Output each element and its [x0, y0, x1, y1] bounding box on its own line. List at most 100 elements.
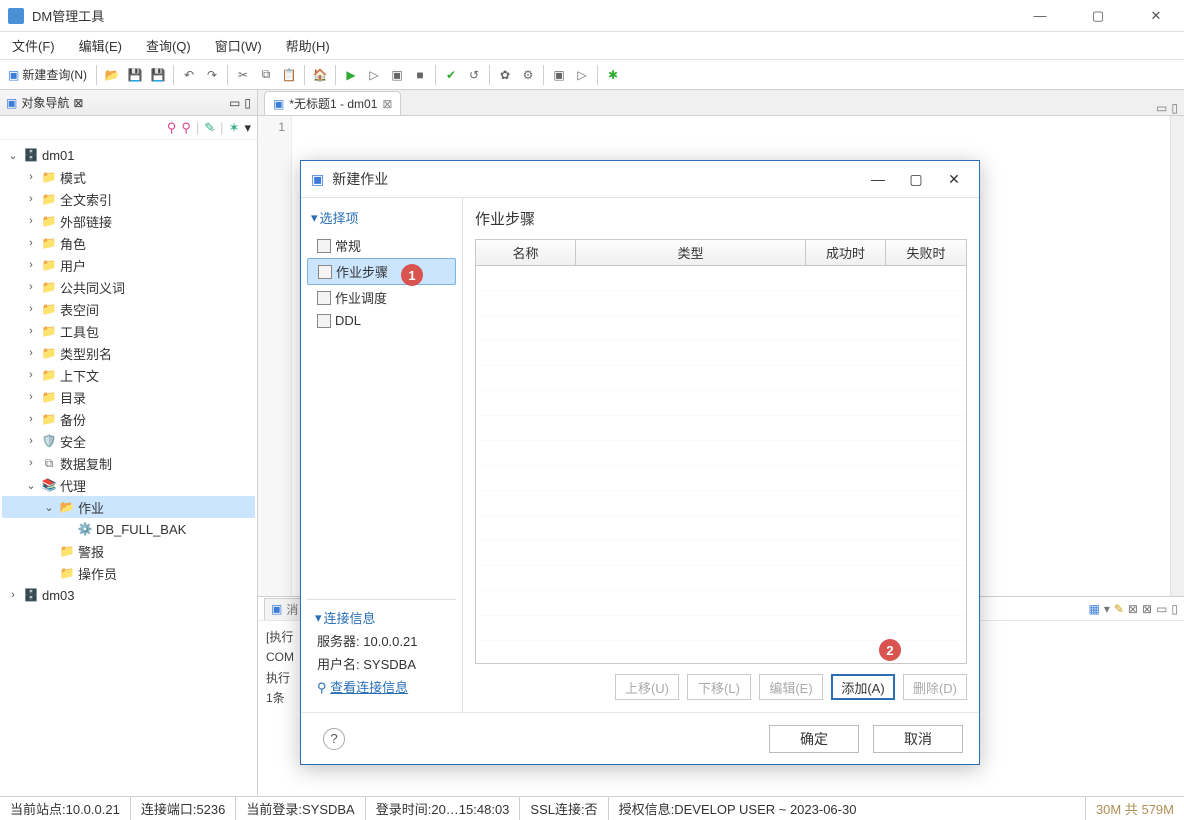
help-button[interactable]: ? — [323, 728, 345, 750]
status-ssl: SSL连接:否 — [520, 797, 608, 820]
status-login: 当前登录:SYSDBA — [236, 797, 365, 820]
grid-icon[interactable]: ▦ — [1088, 602, 1099, 616]
x2-icon[interactable]: ⊠ — [1142, 602, 1152, 616]
close-button[interactable]: ✕ — [1136, 2, 1176, 30]
close-bottom-icon[interactable]: ▯ — [1171, 602, 1178, 616]
dialog-maximize-button[interactable]: ▢ — [901, 167, 931, 191]
conn-info-header[interactable]: ▾ 连接信息 — [311, 606, 452, 629]
dialog-option[interactable]: 常规 — [307, 233, 456, 258]
cancel-button[interactable]: 取消 — [873, 725, 963, 753]
close-tab-icon[interactable]: ⊠ — [382, 97, 392, 111]
scrollbar-icon[interactable] — [1170, 116, 1184, 596]
gear-icon[interactable]: ⚙ — [518, 65, 538, 85]
bug-icon[interactable]: ✱ — [603, 65, 623, 85]
link-icon[interactable]: ⚲ — [167, 120, 177, 136]
column-header[interactable]: 成功时 — [806, 240, 886, 265]
wheel-icon[interactable]: ✿ — [495, 65, 515, 85]
menu-edit[interactable]: 编辑(E) — [73, 34, 128, 57]
restore-editor-icon[interactable]: ▭ — [1156, 101, 1167, 115]
commit-icon[interactable]: ✔ — [441, 65, 461, 85]
tree-item[interactable]: ⌄🗄️dm01 — [2, 144, 255, 166]
collapse-panel-icon[interactable]: ▯ — [244, 96, 251, 110]
next-icon[interactable]: ▣ — [549, 65, 569, 85]
menu-file[interactable]: 文件(F) — [6, 34, 61, 57]
dialog-option[interactable]: DDL — [307, 310, 456, 331]
tree-item[interactable]: 📁警报 — [2, 540, 255, 562]
delete-step-button[interactable]: 删除(D) — [903, 674, 967, 700]
restore-bottom-icon[interactable]: ▭ — [1156, 602, 1167, 616]
tree-item[interactable]: ⌄📚代理 — [2, 474, 255, 496]
tree-item[interactable]: ⚙️DB_FULL_BAK — [2, 518, 255, 540]
callout-2: 2 — [879, 639, 901, 661]
edit-icon[interactable]: ✎ — [204, 120, 215, 136]
runscript-icon[interactable]: ▣ — [387, 65, 407, 85]
tree-item[interactable]: ›📁模式 — [2, 166, 255, 188]
status-memory: 30M 共 579M — [1086, 797, 1184, 820]
dropdown-icon[interactable]: ▾ — [244, 120, 251, 136]
rollback-icon[interactable]: ↺ — [464, 65, 484, 85]
tree-item[interactable]: ›🛡️安全 — [2, 430, 255, 452]
cut-icon[interactable]: ✂ — [233, 65, 253, 85]
run-icon[interactable]: ▶ — [341, 65, 361, 85]
line-gutter: 1 — [258, 116, 292, 596]
menu-help[interactable]: 帮助(H) — [280, 34, 336, 57]
move-up-button[interactable]: 上移(U) — [615, 674, 679, 700]
dialog-option[interactable]: 作业调度 — [307, 285, 456, 310]
steps-table[interactable]: 名称类型成功时失败时 — [475, 239, 967, 664]
dialog-close-button[interactable]: ✕ — [939, 167, 969, 191]
save-icon[interactable]: 💾 — [125, 65, 145, 85]
dialog-icon: ▣ — [311, 171, 324, 188]
dialog-option[interactable]: 作业步骤 — [307, 258, 456, 285]
view-conn-link[interactable]: 查看连接信息 — [330, 680, 408, 695]
new-query-button[interactable]: ▣新建查询(N) — [4, 65, 91, 85]
edit-step-button[interactable]: 编辑(E) — [759, 674, 823, 700]
column-header[interactable]: 类型 — [576, 240, 806, 265]
object-tree[interactable]: ⌄🗄️dm01›📁模式›📁全文索引›📁外部链接›📁角色›📁用户›📁公共同义词›📁… — [0, 140, 257, 796]
status-site: 当前站点:10.0.0.21 — [0, 797, 131, 820]
home-icon[interactable]: 🏠 — [310, 65, 330, 85]
dialog-minimize-button[interactable]: — — [863, 167, 893, 191]
redo-icon[interactable]: ↷ — [202, 65, 222, 85]
editor-tab[interactable]: ▣ *无标题1 - dm01 ⊠ — [264, 91, 401, 115]
tree-item[interactable]: ›📁角色 — [2, 232, 255, 254]
saveall-icon[interactable]: 💾 — [148, 65, 168, 85]
tree-item[interactable]: ›📁上下文 — [2, 364, 255, 386]
expand-icon[interactable]: ✶ — [229, 120, 240, 136]
options-header[interactable]: ▾ 选择项 — [307, 206, 456, 229]
play2-icon[interactable]: ▷ — [572, 65, 592, 85]
paste-icon[interactable]: 📋 — [279, 65, 299, 85]
tree-item[interactable]: ⌄📂作业 — [2, 496, 255, 518]
tree-item[interactable]: ›📁公共同义词 — [2, 276, 255, 298]
tree-item[interactable]: ›🗄️dm03 — [2, 584, 255, 606]
add-step-button[interactable]: 添加(A) — [831, 674, 895, 700]
filter-icon[interactable]: ⚲ — [181, 120, 191, 136]
move-down-button[interactable]: 下移(L) — [687, 674, 751, 700]
tree-item[interactable]: ›📁表空间 — [2, 298, 255, 320]
menu-window[interactable]: 窗口(W) — [209, 34, 268, 57]
tree-item[interactable]: ›📁类型别名 — [2, 342, 255, 364]
brush-icon[interactable]: ✎ — [1114, 602, 1124, 616]
open-icon[interactable]: 📂 — [102, 65, 122, 85]
tree-item[interactable]: ›📁备份 — [2, 408, 255, 430]
undo-icon[interactable]: ↶ — [179, 65, 199, 85]
tree-item[interactable]: ›📁用户 — [2, 254, 255, 276]
tree-item[interactable]: ›📁目录 — [2, 386, 255, 408]
tree-item[interactable]: 📁操作员 — [2, 562, 255, 584]
ok-button[interactable]: 确定 — [769, 725, 859, 753]
debug-icon[interactable]: ▷ — [364, 65, 384, 85]
maximize-button[interactable]: ▢ — [1078, 2, 1118, 30]
minimize-button[interactable]: — — [1020, 2, 1060, 30]
minimize-panel-icon[interactable]: ▭ — [229, 96, 240, 110]
column-header[interactable]: 失败时 — [886, 240, 966, 265]
tree-item[interactable]: ›📁工具包 — [2, 320, 255, 342]
tree-item[interactable]: ›📁全文索引 — [2, 188, 255, 210]
maximize-editor-icon[interactable]: ▯ — [1171, 101, 1178, 115]
navigator-tab[interactable]: ▣ 对象导航 ⊠ ▭ ▯ — [0, 90, 257, 116]
stop-icon[interactable]: ■ — [410, 65, 430, 85]
x1-icon[interactable]: ⊠ — [1128, 602, 1138, 616]
column-header[interactable]: 名称 — [476, 240, 576, 265]
menu-query[interactable]: 查询(Q) — [140, 34, 197, 57]
copy-icon[interactable]: ⧉ — [256, 65, 276, 85]
tree-item[interactable]: ›📁外部链接 — [2, 210, 255, 232]
tree-item[interactable]: ›⧉数据复制 — [2, 452, 255, 474]
